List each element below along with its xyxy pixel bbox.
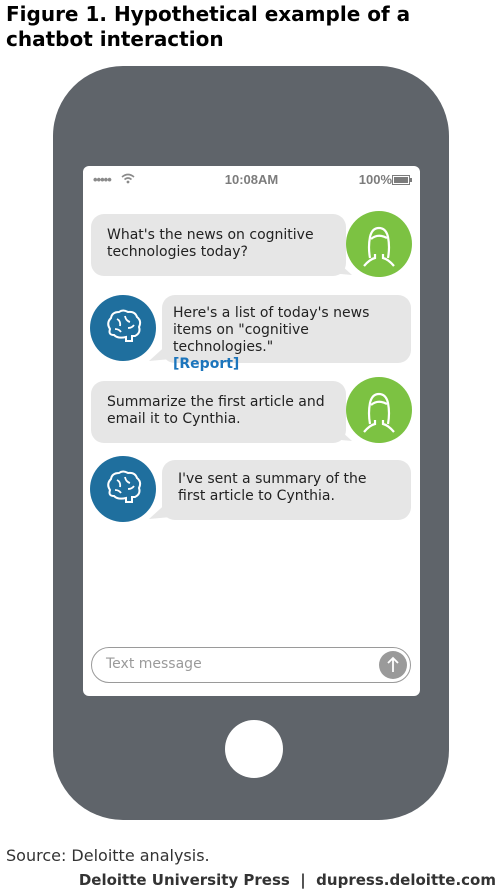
person-icon bbox=[363, 392, 395, 433]
message-bubble-bot: I've sent a summary of the first article… bbox=[162, 460, 411, 520]
source-note: Source: Deloitte analysis. bbox=[6, 846, 210, 865]
status-bar: ••••• 10:08AM 100% bbox=[83, 166, 420, 192]
message-bubble-user: Summarize the first article and email it… bbox=[91, 381, 346, 443]
battery-icon bbox=[392, 175, 412, 185]
input-placeholder: Text message bbox=[106, 656, 202, 672]
battery-level: 100% bbox=[358, 172, 392, 187]
report-link[interactable]: [Report] bbox=[173, 356, 397, 373]
arrow-up-icon bbox=[387, 656, 399, 672]
message-text: I've sent a summary of the first article… bbox=[178, 471, 367, 504]
bot-avatar bbox=[90, 295, 156, 361]
brain-icon bbox=[107, 470, 142, 503]
person-icon bbox=[363, 226, 395, 267]
home-button[interactable] bbox=[225, 720, 283, 778]
user-avatar bbox=[346, 211, 412, 277]
message-text: Summarize the first article and email it… bbox=[107, 394, 325, 427]
figure-title: Figure 1. Hypothetical example of a chat… bbox=[6, 2, 411, 51]
send-button[interactable] bbox=[379, 651, 407, 679]
message-text: What's the news on cognitive technologie… bbox=[107, 227, 314, 260]
message-bubble-user: What's the news on cognitive technologie… bbox=[91, 214, 346, 276]
message-text: Here's a list of today's news items on "… bbox=[173, 305, 370, 355]
credit-line: Deloitte University Press | dupress.delo… bbox=[78, 871, 496, 889]
message-bubble-bot: Here's a list of today's news items on "… bbox=[162, 295, 411, 372]
bot-avatar bbox=[90, 456, 156, 522]
text-message-input[interactable]: Text message bbox=[91, 647, 411, 683]
user-avatar bbox=[346, 377, 412, 443]
brain-icon bbox=[107, 309, 142, 342]
